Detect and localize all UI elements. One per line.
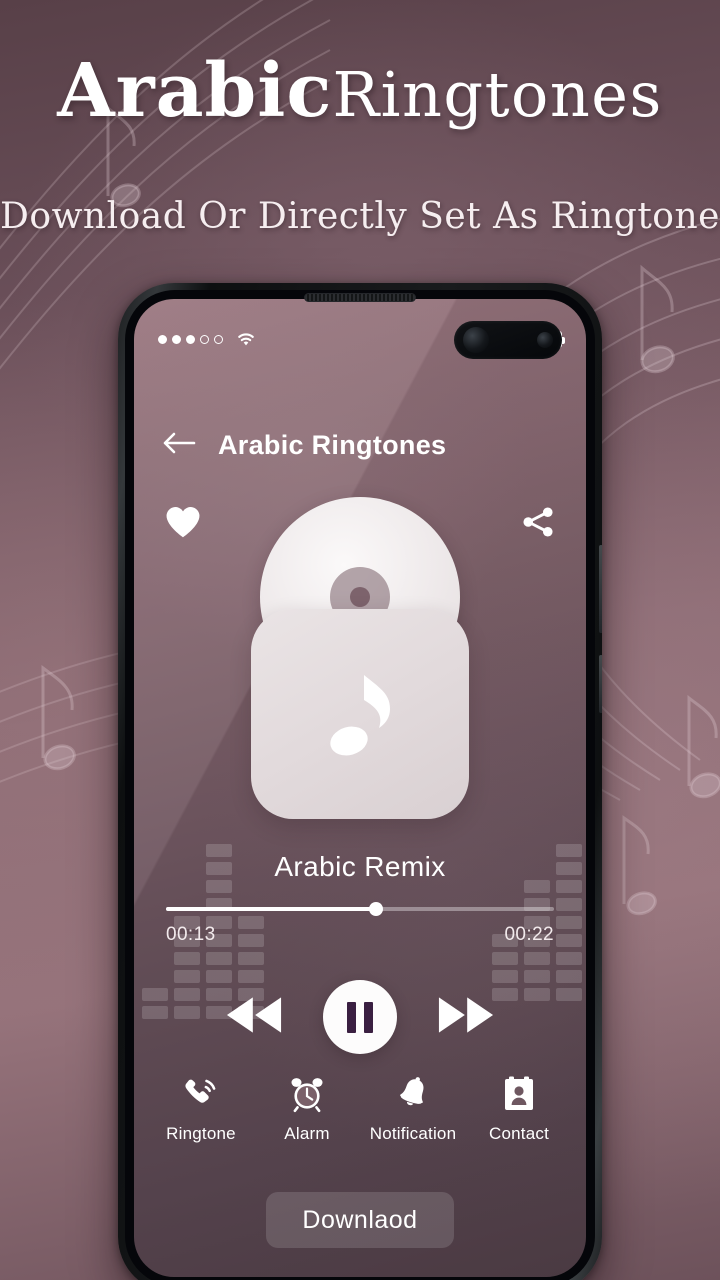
action-ringtone[interactable]: Ringtone <box>148 1069 254 1144</box>
action-notification[interactable]: Notification <box>360 1069 466 1144</box>
pause-bar-right <box>364 1001 373 1033</box>
heart-icon[interactable] <box>164 504 202 544</box>
back-arrow-icon[interactable] <box>162 431 196 460</box>
promo-title-bold: Arabic <box>57 48 333 134</box>
playback-controls <box>134 971 586 1063</box>
action-label: Alarm <box>284 1124 330 1143</box>
page-title: Arabic Ringtones <box>218 429 447 460</box>
phone-mockup: 45% Arabic Ringtones <box>118 283 602 1280</box>
album-card <box>251 609 469 819</box>
download-button[interactable]: Downlaod <box>266 1192 454 1248</box>
front-camera-cutout <box>454 321 562 359</box>
phone-screen: 45% Arabic Ringtones <box>134 299 586 1277</box>
power-button[interactable] <box>599 655 602 713</box>
duration-time: 00:22 <box>504 924 554 945</box>
wifi-icon <box>235 331 257 347</box>
music-note-icon <box>330 675 390 756</box>
bell-icon <box>394 1069 432 1113</box>
progress-thumb[interactable] <box>368 902 383 916</box>
volume-button[interactable] <box>599 545 602 633</box>
progress-slider[interactable] <box>166 902 554 916</box>
rewind-icon[interactable] <box>223 995 285 1040</box>
app-bar: Arabic Ringtones <box>134 417 586 473</box>
action-label: Ringtone <box>166 1124 236 1143</box>
promo-title-light: Ringtones <box>332 58 663 131</box>
camera-lens-icon <box>463 327 489 353</box>
progress-section: 00:13 00:22 <box>166 902 554 946</box>
time-labels: 00:13 00:22 <box>166 924 554 946</box>
action-contact[interactable]: Contact <box>466 1069 572 1144</box>
action-label: Notification <box>369 1124 457 1143</box>
earpiece-speaker-icon <box>304 293 416 302</box>
camera-sensor-icon <box>537 332 553 348</box>
action-alarm[interactable]: Alarm <box>254 1069 360 1144</box>
ringing-phone-icon <box>182 1069 220 1113</box>
action-label: Contact <box>489 1124 549 1143</box>
elapsed-time: 00:13 <box>166 924 216 945</box>
progress-fill <box>166 907 376 911</box>
fast-forward-icon[interactable] <box>435 995 497 1040</box>
favorite-share-row <box>134 494 586 554</box>
promo-subtitle: Download Or Directly Set As Ringtone <box>0 196 720 237</box>
contact-card-icon <box>501 1069 537 1113</box>
pause-button[interactable] <box>323 980 397 1054</box>
pause-bar-left <box>347 1001 356 1033</box>
track-title: Arabic Remix <box>274 851 446 882</box>
share-icon[interactable] <box>520 504 556 545</box>
set-as-actions: Ringtone Alarm Notification Contact <box>134 1069 586 1144</box>
alarm-clock-icon <box>288 1069 326 1113</box>
signal-strength-icon <box>158 334 223 344</box>
promo-title: ArabicRingtones <box>0 48 720 134</box>
